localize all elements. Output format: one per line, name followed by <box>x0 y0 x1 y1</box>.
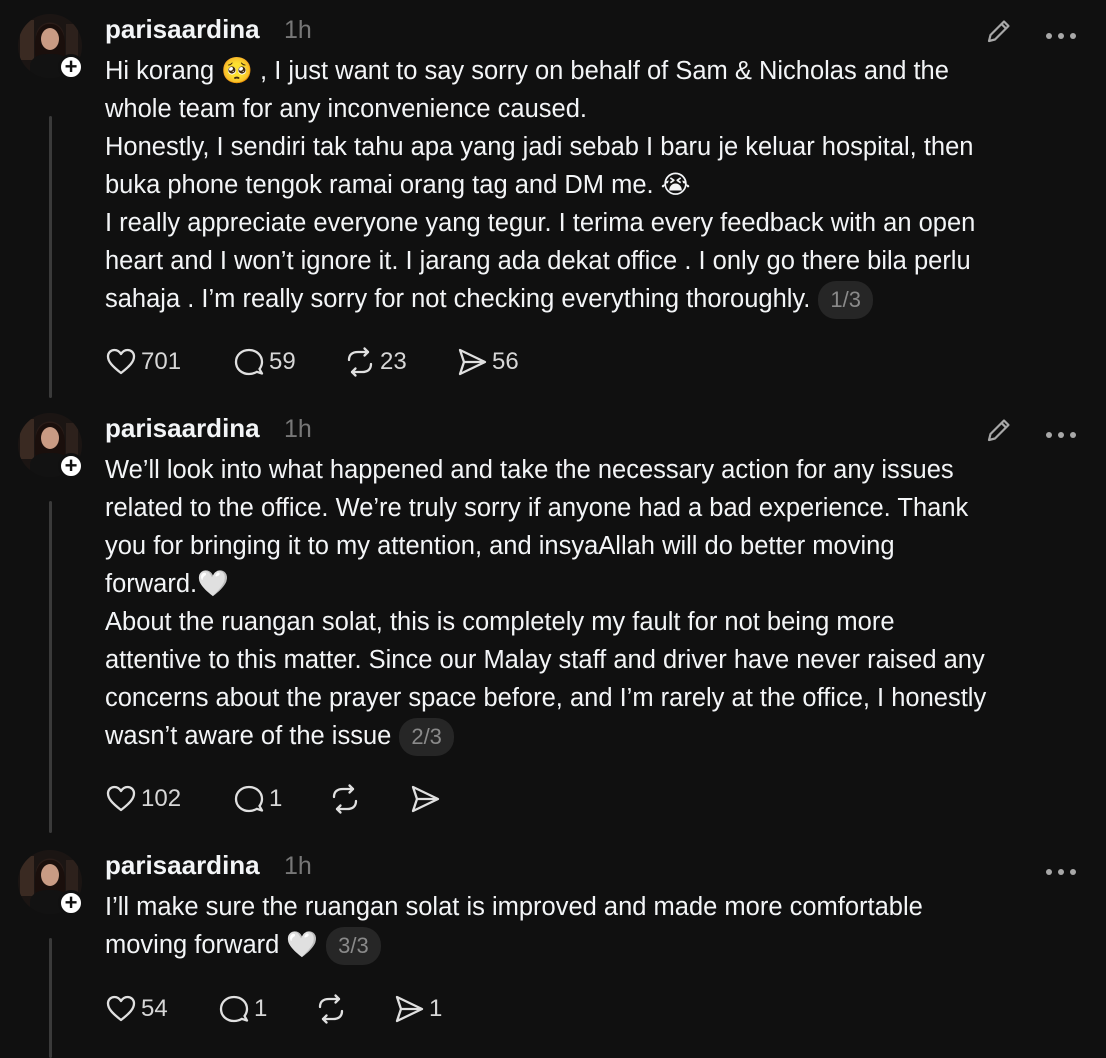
repost-button[interactable] <box>315 992 347 1026</box>
repost-icon <box>318 994 344 1024</box>
thread-line <box>49 116 52 398</box>
repost-icon <box>332 784 358 814</box>
reply-button[interactable]: 1 <box>218 992 267 1026</box>
heart-icon <box>106 348 136 375</box>
share-button[interactable]: 1 <box>393 992 442 1026</box>
username[interactable]: parisaardina <box>105 413 260 444</box>
timestamp: 1h <box>284 16 312 44</box>
share-button[interactable]: 56 <box>456 345 519 379</box>
share-count: 1 <box>429 995 443 1022</box>
avatar-container[interactable]: + <box>18 850 84 916</box>
repost-button[interactable] <box>329 782 361 816</box>
post-text: We’ll look into what happened and take t… <box>105 451 1085 757</box>
share-count: 56 <box>492 348 519 375</box>
reply-button[interactable]: 59 <box>233 345 296 379</box>
heart-icon <box>106 995 136 1022</box>
share-button[interactable] <box>409 782 441 816</box>
post-body: Hi korang 🥺 , I just want to say sorry o… <box>105 57 976 313</box>
pencil-icon[interactable] <box>984 16 1014 46</box>
send-icon <box>458 348 487 376</box>
repost-icon <box>347 347 373 377</box>
reply-count: 59 <box>269 348 296 375</box>
thread-line <box>49 501 52 833</box>
more-icon[interactable] <box>1046 425 1082 438</box>
heart-icon <box>106 785 136 812</box>
post-body: We’ll look into what happened and take t… <box>105 456 987 750</box>
like-button[interactable]: 701 <box>105 345 181 379</box>
reply-count: 1 <box>254 995 268 1022</box>
page-badge: 1/3 <box>818 281 873 320</box>
post-text: Hi korang 🥺 , I just want to say sorry o… <box>105 52 1085 320</box>
like-count: 54 <box>141 995 168 1022</box>
send-icon <box>395 995 424 1023</box>
reply-count: 1 <box>269 785 283 812</box>
post-text: I’ll make sure the ruangan solat is impr… <box>105 888 1085 966</box>
page-badge: 3/3 <box>326 927 381 966</box>
page-badge: 2/3 <box>399 718 454 757</box>
like-button[interactable]: 102 <box>105 782 181 816</box>
more-icon[interactable] <box>1046 862 1082 875</box>
repost-button[interactable]: 23 <box>344 345 407 379</box>
like-count: 701 <box>141 348 182 375</box>
pencil-icon[interactable] <box>984 415 1014 445</box>
reply-button[interactable]: 1 <box>233 782 282 816</box>
username[interactable]: parisaardina <box>105 850 260 881</box>
comment-icon <box>234 785 264 813</box>
avatar-container[interactable]: + <box>18 413 84 479</box>
follow-plus-icon[interactable]: + <box>58 890 84 916</box>
avatar-container[interactable]: + <box>18 14 84 80</box>
like-button[interactable]: 54 <box>105 992 168 1026</box>
username[interactable]: parisaardina <box>105 14 260 45</box>
timestamp: 1h <box>284 415 312 443</box>
comment-icon <box>234 348 264 376</box>
like-count: 102 <box>141 785 182 812</box>
send-icon <box>411 785 440 813</box>
thread-line <box>49 938 52 1058</box>
follow-plus-icon[interactable]: + <box>58 54 84 80</box>
timestamp: 1h <box>284 852 312 880</box>
comment-icon <box>219 995 249 1023</box>
more-icon[interactable] <box>1046 26 1082 39</box>
follow-plus-icon[interactable]: + <box>58 453 84 479</box>
repost-count: 23 <box>380 348 407 375</box>
post-body: I’ll make sure the ruangan solat is impr… <box>105 893 923 959</box>
